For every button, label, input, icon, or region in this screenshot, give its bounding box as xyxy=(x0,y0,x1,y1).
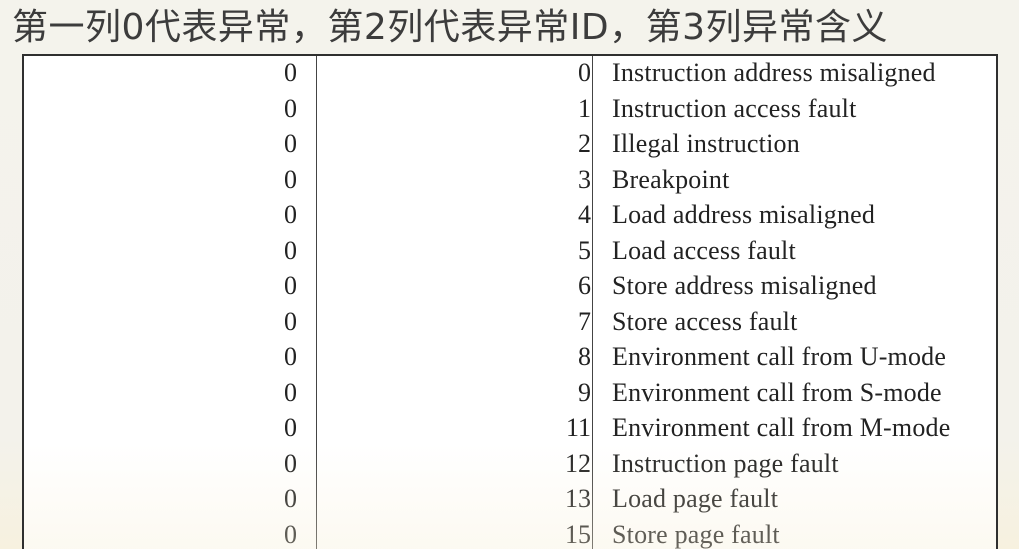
interrupt-cell: 0 xyxy=(284,93,297,123)
description-cell: Instruction access fault xyxy=(612,93,857,123)
description-cell: Instruction page fault xyxy=(612,448,839,478)
exception-code-cell: 11 xyxy=(565,413,591,442)
interrupt-cell: 0 xyxy=(284,484,297,513)
exception-code-cell: 5 xyxy=(578,235,591,265)
exception-code-cell: 4 xyxy=(578,200,591,229)
interrupt-cell: 0 xyxy=(284,58,297,87)
table-row: 0 2 Illegal instruction xyxy=(24,126,996,162)
description-cell: Breakpoint xyxy=(612,164,730,194)
description-cell: Load address misaligned xyxy=(612,200,876,229)
interrupt-cell: 0 xyxy=(284,271,297,300)
exception-code-cell: 6 xyxy=(578,271,591,300)
description-cell: Illegal instruction xyxy=(612,129,800,158)
exception-code-cell: 1 xyxy=(578,93,591,123)
table-row: 0 13 Load page fault xyxy=(24,481,996,517)
description-cell: Environment call from M-mode xyxy=(612,413,951,442)
exception-code-cell: 12 xyxy=(565,448,591,478)
description-cell: Store address misaligned xyxy=(612,271,877,300)
description-cell: Environment call from U-mode xyxy=(612,342,947,371)
interrupt-cell: 0 xyxy=(284,200,297,229)
table-row: 0 0 Instruction address misaligned xyxy=(24,56,996,91)
description-cell: Instruction address misaligned xyxy=(612,58,936,87)
exception-code-table: 0 0 Instruction address misaligned 0 1 Instru… xyxy=(22,54,998,549)
interrupt-cell: 0 xyxy=(284,448,297,478)
exception-code-cell: 15 xyxy=(565,519,591,549)
description-cell: Store access fault xyxy=(612,306,798,336)
interrupt-cell: 0 xyxy=(284,519,297,549)
table-row: 0 11 Environment call from M-mode xyxy=(24,410,996,446)
exception-code-cell: 0 xyxy=(578,58,591,87)
exception-code-cell: 7 xyxy=(578,306,591,336)
description-cell: Load access fault xyxy=(612,235,796,265)
interrupt-cell: 0 xyxy=(284,377,297,407)
exception-code-cell: 9 xyxy=(578,377,591,407)
description-cell: Load page fault xyxy=(612,484,779,513)
interrupt-cell: 0 xyxy=(284,306,297,336)
table-row: 0 8 Environment call from U-mode xyxy=(24,339,996,375)
table-row: 0 15 Store page fault xyxy=(24,517,996,549)
interrupt-cell: 0 xyxy=(284,129,297,158)
exception-code-cell: 13 xyxy=(565,484,591,513)
slide-heading: 第一列0代表异常，第2列代表异常ID，第3列异常含义 xyxy=(12,7,889,48)
interrupt-cell: 0 xyxy=(284,413,297,442)
table-row: 0 12 Instruction page fault xyxy=(24,446,996,482)
table-row: 0 1 Instruction access fault xyxy=(24,91,996,127)
interrupt-cell: 0 xyxy=(284,342,297,371)
description-cell: Environment call from S-mode xyxy=(612,377,942,407)
table-row: 0 7 Store access fault xyxy=(24,304,996,340)
table-row: 0 6 Store address misaligned xyxy=(24,268,996,304)
interrupt-cell: 0 xyxy=(284,164,297,194)
exception-code-cell: 2 xyxy=(578,129,591,158)
interrupt-cell: 0 xyxy=(284,235,297,265)
table-row: 0 3 Breakpoint xyxy=(24,162,996,198)
description-cell: Store page fault xyxy=(612,519,780,549)
exception-code-cell: 3 xyxy=(578,164,591,194)
exception-code-cell: 8 xyxy=(578,342,591,371)
slide-page: 第一列0代表异常，第2列代表异常ID，第3列异常含义 0 0 Instruction… xyxy=(0,0,1019,549)
table-row: 0 9 Environment call from S-mode xyxy=(24,375,996,411)
table-row: 0 4 Load address misaligned xyxy=(24,197,996,233)
table-row: 0 5 Load access fault xyxy=(24,233,996,269)
